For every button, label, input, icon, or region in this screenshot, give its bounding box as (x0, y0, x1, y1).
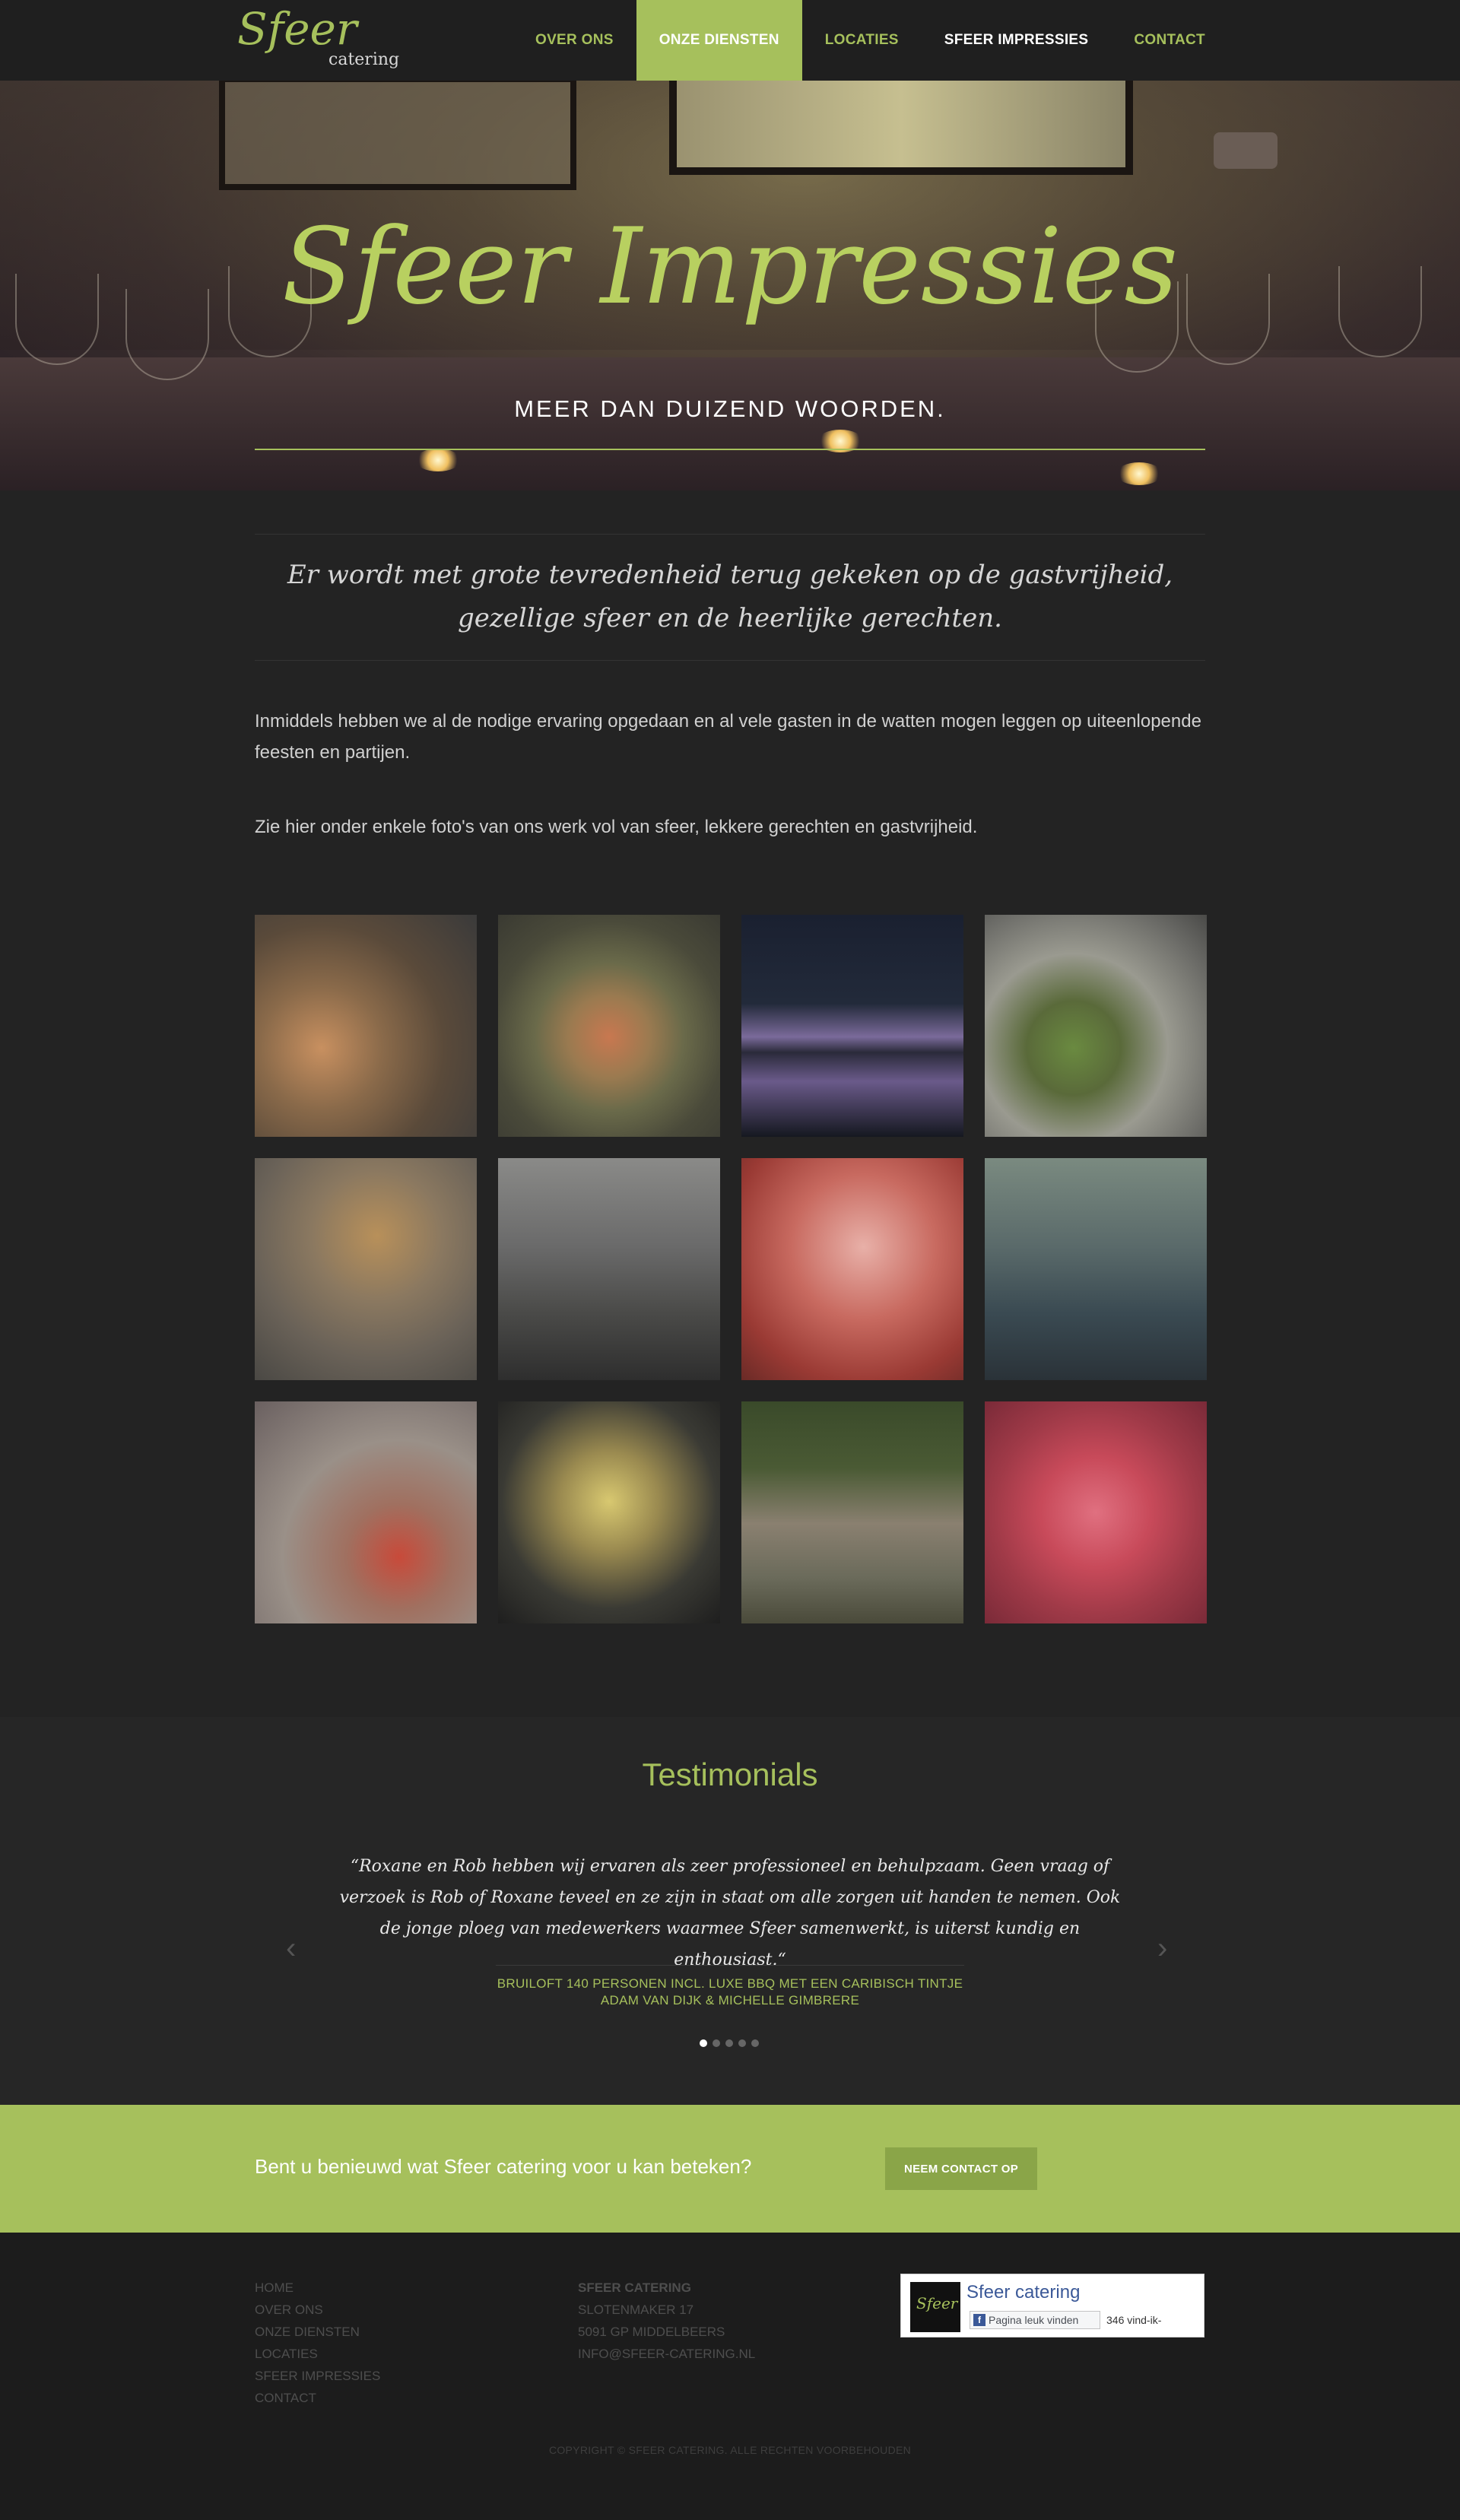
logo-script: Sfeer (237, 3, 357, 55)
page: Sfeer Impressies MEER DAN DUIZEND WOORDE… (0, 0, 1460, 2520)
intro-paragraph: Zie hier onder enkele foto's van ons wer… (255, 817, 978, 837)
gallery-photo[interactable] (498, 1401, 720, 1623)
hero-subtitle: MEER DAN DUIZEND WOORDEN. (514, 395, 946, 422)
gallery-photo[interactable] (498, 1158, 720, 1380)
nav-item-over-ons[interactable]: OVER ONS (513, 0, 636, 81)
contact-button[interactable]: NEEM CONTACT OP (885, 2147, 1037, 2190)
facebook-page-name[interactable]: Sfeer catering (966, 2282, 1080, 2303)
hero-title: Sfeer Impressies (281, 205, 1179, 328)
testimonial-author: ADAM VAN DIJK & MICHELLE GIMBRERE (600, 1993, 860, 2007)
footer-links: HOME OVER ONS ONZE DIENSTEN LOCATIES SFE… (255, 2277, 380, 2409)
cta-text: Bent u benieuwd wat Sfeer catering voor … (255, 2155, 752, 2178)
testimonials-section: Testimonials ‹ “Roxane en Rob hebben wij… (0, 1717, 1460, 2105)
quote-divider-top (255, 534, 1205, 535)
nav-item-onze-diensten[interactable]: ONZE DIENSTEN (636, 0, 802, 81)
nav-item-sfeer-impressies[interactable]: SFEER IMPRESSIES (922, 0, 1112, 81)
hero-candle (1116, 462, 1162, 485)
gallery-photo[interactable] (741, 915, 963, 1137)
hero-picture-frame (219, 76, 576, 190)
testimonial-divider (496, 1965, 964, 1966)
facebook-icon: f (973, 2314, 986, 2326)
top-navigation: Sfeer catering OVER ONS ONZE DIENSTEN LO… (0, 0, 1460, 81)
carousel-dots (700, 2039, 759, 2047)
gallery-photo[interactable] (255, 1401, 477, 1623)
copyright: COPYRIGHT © SFEER CATERING. ALLE RECHTEN… (548, 2444, 912, 2456)
footer-link-sfeer-impressies[interactable]: SFEER IMPRESSIES (255, 2365, 380, 2387)
facebook-widget: Sfeer Sfeer catering f Pagina leuk vinde… (900, 2274, 1204, 2338)
call-to-action: Bent u benieuwd wat Sfeer catering voor … (0, 2105, 1460, 2233)
photo-gallery (255, 915, 1207, 1623)
footer-link-home[interactable]: HOME (255, 2277, 380, 2299)
gallery-photo[interactable] (255, 1158, 477, 1380)
footer: HOME OVER ONS ONZE DIENSTEN LOCATIES SFE… (0, 2233, 1460, 2520)
carousel-dot[interactable] (700, 2039, 707, 2047)
chevron-left-icon[interactable]: ‹ (286, 1931, 296, 1966)
facebook-like-label: Pagina leuk vinden (989, 2314, 1079, 2326)
gallery-photo[interactable] (985, 1401, 1207, 1623)
gallery-photo[interactable] (498, 915, 720, 1137)
carousel-dot[interactable] (751, 2039, 759, 2047)
facebook-page-thumbnail[interactable]: Sfeer (910, 2282, 960, 2332)
hero-table (0, 357, 1460, 490)
logo[interactable]: Sfeer catering (230, 3, 400, 81)
testimonial-meta: BRUILOFT 140 PERSONEN INCL. LUXE BBQ MET… (0, 1976, 1460, 2009)
gallery-photo[interactable] (985, 1158, 1207, 1380)
footer-street: SLOTENMAKER 17 (578, 2303, 694, 2317)
hero-wall-socket (1214, 132, 1278, 169)
carousel-dot[interactable] (738, 2039, 746, 2047)
gallery-photo[interactable] (255, 915, 477, 1137)
footer-link-onze-diensten[interactable]: ONZE DIENSTEN (255, 2321, 380, 2343)
nav-item-locaties[interactable]: LOCATIES (802, 0, 922, 81)
footer-city: 5091 GP MIDDELBEERS (578, 2325, 725, 2339)
logo-subtitle: catering (328, 50, 400, 69)
footer-email-link[interactable]: INFO@SFEER-CATERING.NL (578, 2343, 755, 2365)
carousel-dot[interactable] (725, 2039, 733, 2047)
facebook-thumb-logo: Sfeer (916, 2294, 958, 2312)
nav-item-contact[interactable]: CONTACT (1111, 0, 1228, 81)
facebook-like-button[interactable]: f Pagina leuk vinden (970, 2311, 1100, 2329)
intro-paragraph: Inmiddels hebben we al de nodige ervarin… (255, 711, 1201, 763)
footer-company-name: SFEER CATERING (578, 2280, 691, 2295)
quote-divider-bottom (255, 660, 1205, 661)
gallery-photo[interactable] (741, 1158, 963, 1380)
testimonials-title: Testimonials (642, 1757, 818, 1792)
carousel-dot[interactable] (713, 2039, 720, 2047)
hero-candle (415, 449, 461, 471)
facebook-like-count: 346 vind-ik- (1106, 2314, 1162, 2326)
hero-divider (255, 449, 1205, 450)
footer-link-locaties[interactable]: LOCATIES (255, 2343, 380, 2365)
footer-link-over-ons[interactable]: OVER ONS (255, 2299, 380, 2321)
testimonial-event: BRUILOFT 140 PERSONEN INCL. LUXE BBQ MET… (497, 1976, 963, 1991)
testimonial-quote: “Roxane en Rob hebben wij ervaren als ze… (339, 1857, 1121, 1969)
intro-quote: Er wordt met grote tevredenheid terug ge… (287, 560, 1173, 633)
footer-address: SFEER CATERING SLOTENMAKER 17 5091 GP MI… (578, 2277, 755, 2365)
footer-link-contact[interactable]: CONTACT (255, 2387, 380, 2409)
gallery-photo[interactable] (985, 915, 1207, 1137)
main-menu: OVER ONS ONZE DIENSTEN LOCATIES SFEER IM… (513, 0, 1228, 81)
chevron-right-icon[interactable]: › (1157, 1931, 1167, 1966)
gallery-photo[interactable] (741, 1401, 963, 1623)
